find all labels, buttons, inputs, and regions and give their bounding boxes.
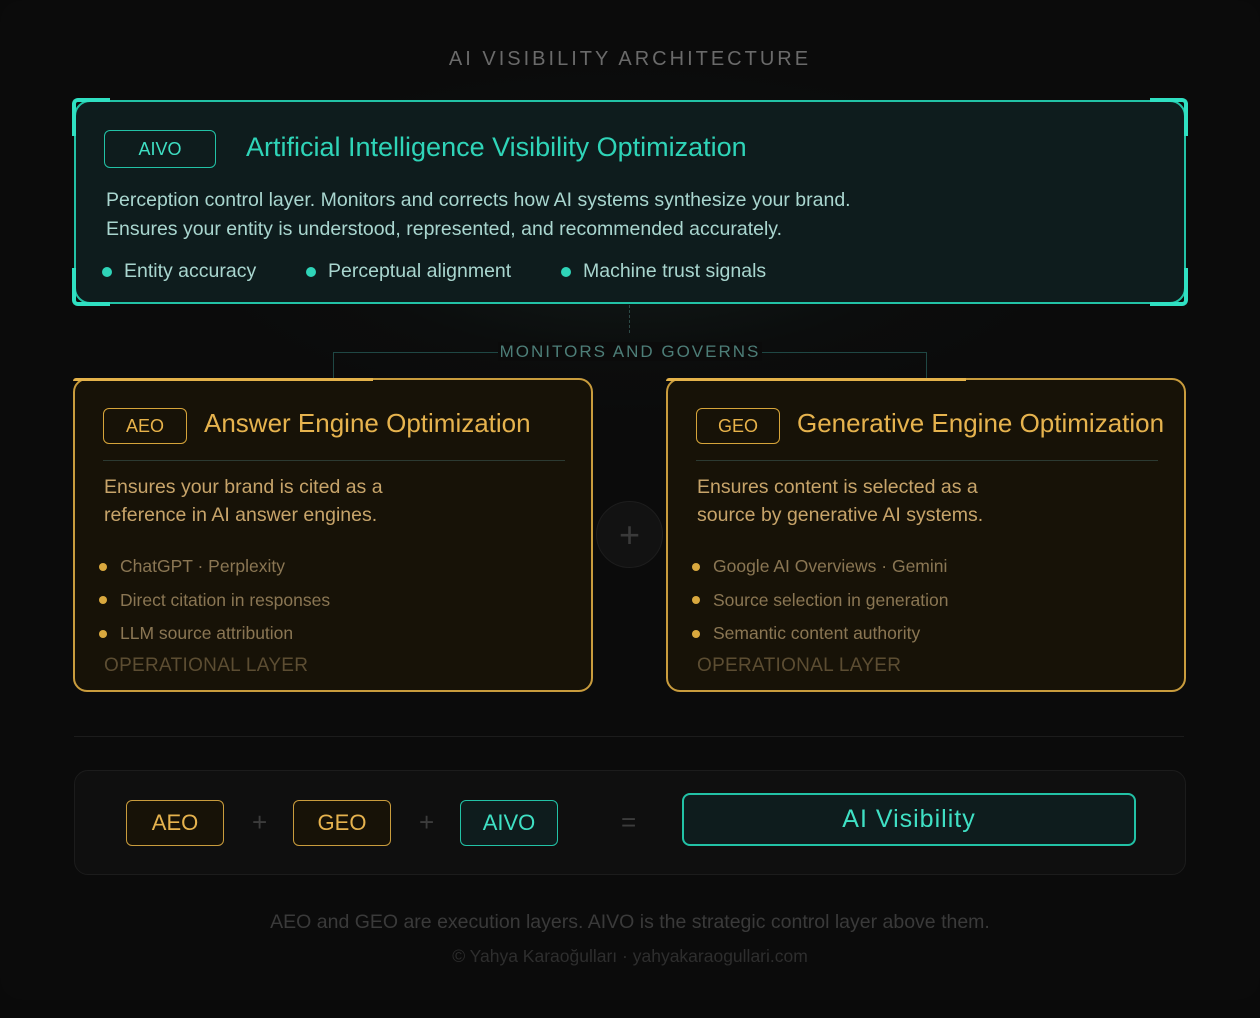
list-item-label: Semantic content authority: [713, 623, 921, 644]
equation-term-aeo: AEO: [126, 800, 224, 846]
list-item: Direct citation in responses: [99, 584, 330, 618]
list-item: Source selection in generation: [692, 584, 948, 618]
credit-line: © Yahya Karaoğulları · yahyakaraogullari…: [452, 946, 808, 966]
aivo-description-line-2: Ensures your entity is understood, repre…: [106, 218, 783, 240]
plus-icon: +: [419, 807, 435, 837]
plus-icon: +: [596, 501, 663, 568]
geo-layer-label: OPERATIONAL LAYER: [697, 655, 902, 676]
aivo-heading: Artificial Intelligence Visibility Optim…: [246, 132, 747, 162]
equation-term-geo: GEO: [293, 800, 391, 846]
aeo-heading: Answer Engine Optimization: [204, 408, 531, 438]
divider-line: [696, 460, 1158, 461]
bullet-dot-icon: [692, 629, 700, 638]
bullet-dot-icon: [306, 266, 316, 277]
aivo-description-line-1: Perception control layer. Monitors and c…: [106, 189, 851, 211]
corner-accent-top-right: [1150, 98, 1188, 136]
aeo-description: Ensures your brand is cited as a referen…: [104, 473, 504, 529]
list-item-label: Google AI Overviews · Gemini: [713, 556, 948, 577]
list-item-label: Direct citation in responses: [120, 589, 331, 610]
aeo-card: AEO Answer Engine Optimization Ensures y…: [73, 378, 593, 692]
list-item: LLM source attribution: [99, 617, 330, 651]
aivo-point-label: Machine trust signals: [583, 260, 767, 282]
aivo-point-label: Perceptual alignment: [328, 260, 512, 282]
dashed-connector: [629, 305, 630, 333]
aivo-points: Entity accuracy Perceptual alignment Mac…: [102, 260, 766, 283]
equation-term-aivo: AIVO: [460, 800, 558, 846]
aeo-badge: AEO: [103, 408, 187, 444]
bullet-dot-icon: [102, 266, 112, 277]
geo-badge: GEO: [696, 408, 780, 444]
aivo-card: AIVO Artificial Intelligence Visibility …: [72, 98, 1188, 306]
geo-card: GEO Generative Engine Optimization Ensur…: [666, 378, 1186, 692]
list-item-label: LLM source attribution: [120, 623, 294, 644]
bullet-dot-icon: [692, 562, 700, 571]
aivo-point: Perceptual alignment: [306, 260, 561, 283]
aivo-point-label: Entity accuracy: [124, 260, 257, 282]
page-title: AI VISIBILITY ARCHITECTURE: [448, 48, 812, 70]
card-top-accent: [666, 378, 966, 381]
aeo-description-line-2: reference in AI answer engines.: [104, 504, 378, 526]
aivo-badge: AIVO: [104, 130, 216, 168]
geo-description-line-2: source by generative AI systems.: [697, 504, 984, 526]
card-top-accent: [73, 378, 373, 381]
aivo-point: Machine trust signals: [561, 260, 766, 283]
geo-heading: Generative Engine Optimization: [797, 408, 1165, 438]
geo-description: Ensures content is selected as a source …: [697, 473, 1097, 529]
list-item: ChatGPT · Perplexity: [99, 550, 330, 584]
footnote: AEO and GEO are execution layers. AIVO i…: [270, 911, 990, 933]
aeo-layer-label: OPERATIONAL LAYER: [104, 655, 309, 676]
section-divider: [74, 736, 1184, 737]
corner-accent-bottom-right: [1150, 268, 1188, 306]
bullet-dot-icon: [99, 596, 107, 605]
visibility-equation: AEO + GEO + AIVO = AI Visibility: [74, 770, 1186, 875]
connector-label-text: MONITORS AND GOVERNS: [497, 342, 763, 361]
list-item-label: Source selection in generation: [713, 589, 949, 610]
bullet-dot-icon: [99, 562, 107, 571]
geo-list: Google AI Overviews · Gemini Source sele…: [692, 550, 948, 651]
bullet-dot-icon: [692, 596, 700, 605]
aivo-description: Perception control layer. Monitors and c…: [106, 186, 1006, 244]
diagram-frame: AI VISIBILITY ARCHITECTURE AIVO Artifici…: [0, 0, 1260, 1000]
list-item: Semantic content authority: [692, 617, 948, 651]
connector-label: MONITORS AND GOVERNS: [0, 342, 1260, 362]
list-item-label: ChatGPT · Perplexity: [120, 556, 286, 577]
aeo-list: ChatGPT · Perplexity Direct citation in …: [99, 550, 330, 651]
bullet-dot-icon: [561, 266, 571, 277]
geo-description-line-1: Ensures content is selected as a: [697, 476, 978, 498]
equation-result: AI Visibility: [682, 793, 1136, 846]
corner-accent-top-left: [72, 98, 110, 136]
aeo-description-line-1: Ensures your brand is cited as a: [104, 476, 383, 498]
divider-line: [103, 460, 565, 461]
bullet-dot-icon: [99, 629, 107, 638]
equals-icon: =: [621, 807, 637, 837]
plus-icon: +: [252, 807, 268, 837]
list-item: Google AI Overviews · Gemini: [692, 550, 948, 584]
aivo-point: Entity accuracy: [102, 260, 306, 283]
